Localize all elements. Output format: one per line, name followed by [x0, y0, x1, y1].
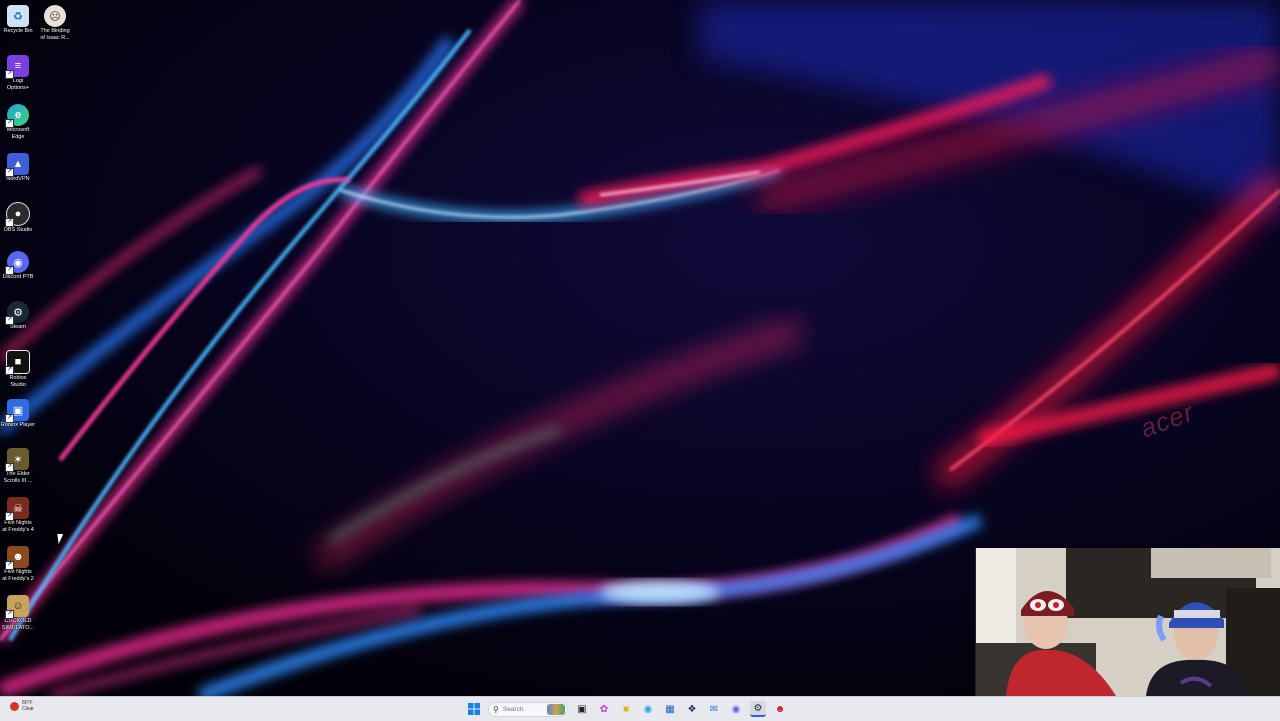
steam-icon[interactable]: ⚙ — [750, 701, 766, 717]
weather-widget[interactable]: 80°F Clear — [10, 700, 34, 712]
desktop-icon-nordvpn[interactable]: ▲ ↗ NordVPN — [0, 150, 36, 183]
fnaf4-icon: ☠ ↗ — [5, 497, 29, 521]
weather-text: 80°F Clear — [22, 700, 34, 712]
search-icon: ⚲ — [493, 704, 499, 714]
weather-sun-icon — [10, 701, 19, 711]
fnaf2-icon: ☻ ↗ — [5, 546, 29, 570]
desktop-icon-label: OBS Studio — [3, 227, 33, 233]
roblox-studio-icon: ■ ↗ — [5, 350, 30, 375]
obs-icon: ● ↗ — [5, 202, 30, 227]
desktop-icon-steam[interactable]: ⚙ ↗ Steam — [0, 298, 36, 331]
steam-icon: ⚙ ↗ — [5, 301, 29, 325]
desktop-icon-elder-scrolls[interactable]: ✶ ↗ The Elder Scrolls III ... — [0, 445, 36, 484]
taskbar-search-box[interactable]: ⚲ — [488, 701, 568, 717]
desktop-icon-cuckold-simulator[interactable]: ☺ ↗ CUCKOLD SIMULATO... — [0, 592, 36, 631]
desktop-icon-fnaf4[interactable]: ☠ ↗ Five Nights at Freddy's 4 — [0, 494, 36, 533]
edge-icon[interactable]: ◉ — [640, 701, 656, 717]
roblox-player-icon: ▣ ↗ — [5, 399, 29, 423]
nordvpn-icon: ▲ ↗ — [5, 153, 29, 177]
dropbox-icon[interactable]: ❖ — [684, 701, 700, 717]
desktop-icon-binding-of-isaac[interactable]: ☹ The Binding of Isaac R... — [37, 2, 73, 41]
store-icon[interactable]: ▦ — [662, 701, 678, 717]
desktop-icon-label: CUCKOLD SIMULATO... — [1, 618, 35, 631]
desktop-icon-label: Five Nights at Freddy's 4 — [2, 520, 34, 533]
taskbar-center: ⚲ ▣ ✿ ■ ◉ ▦ ❖ ✉ ◉ ⚙ ☻ — [466, 700, 788, 718]
weather-condition: Clear — [22, 706, 34, 712]
desktop-icon-label: Recycle Bin — [3, 28, 33, 34]
copilot-icon[interactable]: ✿ — [596, 701, 612, 717]
desktop-icon-recycle-bin[interactable]: ♻ Recycle Bin — [0, 2, 36, 35]
logi-icon: ≡ ↗ — [5, 55, 29, 79]
desktop-icon-label: The Elder Scrolls III ... — [3, 471, 33, 484]
mail-icon[interactable]: ✉ — [706, 701, 722, 717]
desktop-icon-label: Roblox Studio — [9, 375, 27, 388]
desktop-icon-discord-ptb[interactable]: ◉ ↗ Discord PTB — [0, 248, 36, 281]
desktop-icon-label: Microsoft Edge — [6, 127, 30, 140]
desktop-icon-roblox-player[interactable]: ▣ ↗ Roblox Player — [0, 396, 36, 429]
webcam-overlay — [975, 548, 1280, 696]
desktop-icon-fnaf2[interactable]: ☻ ↗ Five Nights at Freddy's 2 — [0, 543, 36, 582]
discord-icon[interactable]: ◉ — [728, 701, 744, 717]
task-view-icon[interactable]: ▣ — [574, 701, 590, 717]
desktop-icon-roblox-studio[interactable]: ■ ↗ Roblox Studio — [0, 347, 36, 388]
desktop-icon-label: The Binding of Isaac R... — [40, 28, 70, 41]
desktop-icon-area: ♻ Recycle Bin ☹ The Binding of Isaac R..… — [0, 0, 80, 690]
search-highlight-icon — [547, 703, 565, 715]
recycle-bin-icon: ♻ — [7, 5, 29, 27]
taskbar: 80°F Clear ⚲ ▣ ✿ ■ ◉ ▦ ❖ ✉ ◉ ⚙ ☻ — [0, 696, 1280, 721]
isaac-icon[interactable]: ☻ — [772, 701, 788, 717]
cuckold-simulator-icon: ☺ ↗ — [5, 595, 29, 619]
desktop-icon-label: Logi Options+ — [6, 78, 30, 91]
file-explorer-icon[interactable]: ■ — [618, 701, 634, 717]
windows-start-icon[interactable] — [466, 701, 482, 717]
desktop-icon-microsoft-edge[interactable]: e ↗ Microsoft Edge — [0, 101, 36, 140]
desktop-icon-obs-studio[interactable]: ● ↗ OBS Studio — [0, 199, 36, 234]
desktop-icon-logi-options[interactable]: ≡ ↗ Logi Options+ — [0, 52, 36, 91]
elder-scrolls-icon: ✶ ↗ — [5, 448, 29, 472]
discord-icon: ◉ ↗ — [5, 251, 29, 275]
search-input[interactable] — [502, 705, 548, 713]
edge-icon: e ↗ — [5, 104, 29, 128]
mouse-cursor — [57, 534, 65, 544]
desktop-icon-label: Five Nights at Freddy's 2 — [2, 569, 34, 582]
isaac-icon: ☹ — [44, 5, 66, 27]
